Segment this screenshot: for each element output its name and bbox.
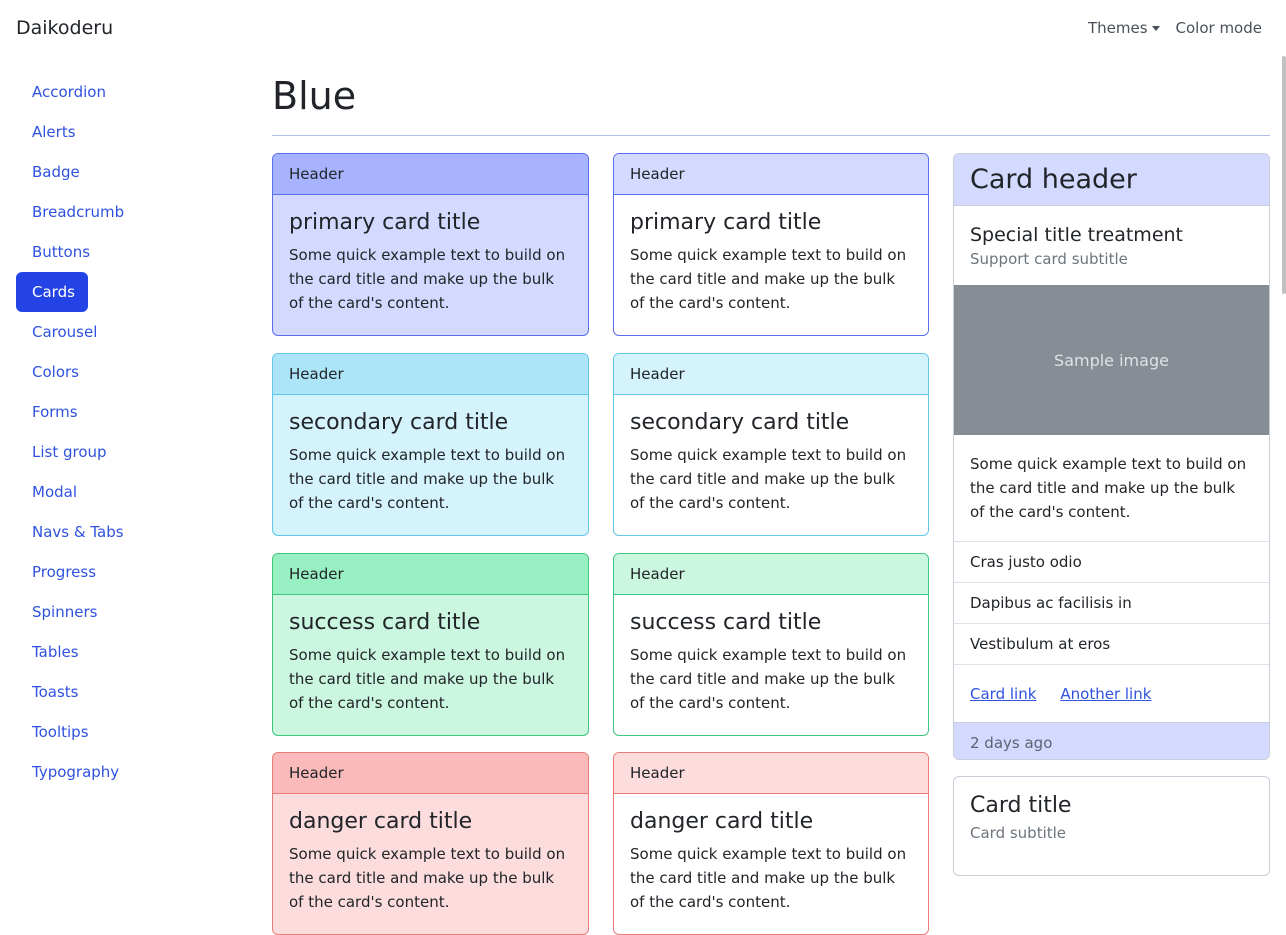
second-card-subtitle: Card subtitle: [970, 824, 1067, 842]
special-title: Special title treatment: [970, 224, 1183, 246]
card-title: success card title: [630, 610, 822, 635]
outline-card: Header primary card title Some quick examp…: [613, 153, 929, 336]
title-divider: [272, 135, 1270, 136]
sidebar-item-breadcrumb[interactable]: Breadcrumb: [16, 192, 236, 232]
card-body: secondary card title Some quick example t…: [614, 395, 928, 515]
card-body: primary card title Some quick example tex…: [614, 195, 928, 315]
sidebar-item-forms[interactable]: Forms: [16, 392, 236, 432]
sidebar-item-navs-tabs[interactable]: Navs & Tabs: [16, 512, 236, 552]
themes-label: Themes: [1087, 19, 1148, 37]
sidebar-item-spinners[interactable]: Spinners: [16, 592, 236, 632]
card-text: Some quick example text to build on the …: [630, 446, 907, 512]
filled-card: Header success card title Some quick examp…: [272, 553, 589, 736]
card-text: Some quick example text to build on the …: [289, 646, 566, 712]
special-subtitle: Support card subtitle: [970, 250, 1128, 268]
outline-card: Header danger card title Some quick exampl…: [613, 752, 929, 935]
card-body: secondary card title Some quick example t…: [273, 395, 588, 515]
sample-image: Sample image: [954, 285, 1269, 435]
card-text: Some quick example text to build on the …: [630, 646, 907, 712]
sidebar-item-modal[interactable]: Modal: [16, 472, 236, 512]
card-header: Header: [614, 554, 928, 595]
filled-card: Header danger card title Some quick exampl…: [272, 752, 589, 935]
sidebar-item-carousel[interactable]: Carousel: [16, 312, 236, 352]
card-title: secondary card title: [630, 410, 850, 435]
sidebar-item-buttons[interactable]: Buttons: [16, 232, 236, 272]
card-body: success card title Some quick example tex…: [273, 595, 588, 715]
navbar: Daikoderu Themes Color mode: [0, 0, 1286, 60]
list-item: Cras justo odio: [954, 542, 1269, 583]
sidebar-item-typography[interactable]: Typography: [16, 752, 236, 792]
second-card: Card title Card subtitle: [953, 776, 1270, 876]
sidebar-nav: Accordion Alerts Badge Breadcrumb Buttons Car…: [16, 72, 236, 792]
card-title: primary card title: [289, 210, 481, 235]
second-card-title: Card title: [970, 793, 1072, 818]
color-mode-link[interactable]: Color mode: [1176, 19, 1262, 37]
card-link[interactable]: Card link: [970, 685, 1036, 703]
sidebar-item-tables[interactable]: Tables: [16, 632, 236, 672]
card-title: primary card title: [630, 210, 822, 235]
card-text: Some quick example text to build on the …: [289, 446, 566, 512]
card-special-section: Special title treatment Support card sub…: [954, 206, 1269, 285]
brand-logo[interactable]: Daikoderu: [16, 17, 113, 39]
card-body: primary card title Some quick example tex…: [273, 195, 588, 315]
sidebar-item-alerts[interactable]: Alerts: [16, 112, 236, 152]
feature-card: Card header Special title treatment Supp…: [953, 153, 1270, 760]
card-header: Header: [273, 753, 588, 794]
card-body: danger card title Some quick example text…: [273, 794, 588, 914]
themes-dropdown[interactable]: Themes: [1088, 19, 1160, 37]
card-title: success card title: [289, 610, 481, 635]
card-footer: 2 days ago: [954, 722, 1269, 759]
outline-card: Header secondary card title Some quick exa…: [613, 353, 929, 536]
card-body: danger card title Some quick example text…: [614, 794, 928, 914]
sidebar-item-toasts[interactable]: Toasts: [16, 672, 236, 712]
card-title: danger card title: [289, 809, 473, 834]
sidebar-item-progress[interactable]: Progress: [16, 552, 236, 592]
card-header: Header: [273, 354, 588, 395]
outline-card: Header success card title Some quick examp…: [613, 553, 929, 736]
filled-card: Header primary card title Some quick examp…: [272, 153, 589, 336]
card-body: success card title Some quick example tex…: [614, 595, 928, 715]
card-body-text: Some quick example text to build on the …: [954, 435, 1269, 542]
sample-image-label: Sample image: [1054, 350, 1169, 370]
filled-card: Header secondary card title Some quick exa…: [272, 353, 589, 536]
card-text: Some quick example text to build on the …: [630, 246, 907, 312]
page-scrollbar[interactable]: [1282, 56, 1286, 294]
card-text: Some quick example text to build on the …: [289, 845, 566, 911]
page-title: Blue: [272, 74, 357, 118]
card-links: Card link Another link: [954, 665, 1269, 722]
card-header: Header: [273, 154, 588, 195]
card-header: Header: [273, 554, 588, 595]
sidebar-item-accordion[interactable]: Accordion: [16, 72, 236, 112]
sidebar-item-list-group[interactable]: List group: [16, 432, 236, 472]
card-header: Header: [614, 154, 928, 195]
list-item: Vestibulum at eros: [954, 624, 1269, 665]
list-item: Dapibus ac facilisis in: [954, 583, 1269, 624]
sidebar-item-colors[interactable]: Colors: [16, 352, 236, 392]
navbar-actions: Themes Color mode: [1088, 19, 1262, 37]
card-title: secondary card title: [289, 410, 509, 435]
card-header: Header: [614, 753, 928, 794]
card-text: Some quick example text to build on the …: [630, 845, 907, 911]
card-header: Card header: [954, 154, 1269, 206]
sidebar-item-cards[interactable]: Cards: [16, 272, 88, 312]
sidebar-item-tooltips[interactable]: Tooltips: [16, 712, 236, 752]
card-text: Some quick example text to build on the …: [289, 246, 566, 312]
another-link[interactable]: Another link: [1060, 685, 1151, 703]
chevron-down-icon: [1151, 25, 1160, 31]
card-header: Header: [614, 354, 928, 395]
sidebar-item-badge[interactable]: Badge: [16, 152, 236, 192]
card-title: danger card title: [630, 809, 814, 834]
